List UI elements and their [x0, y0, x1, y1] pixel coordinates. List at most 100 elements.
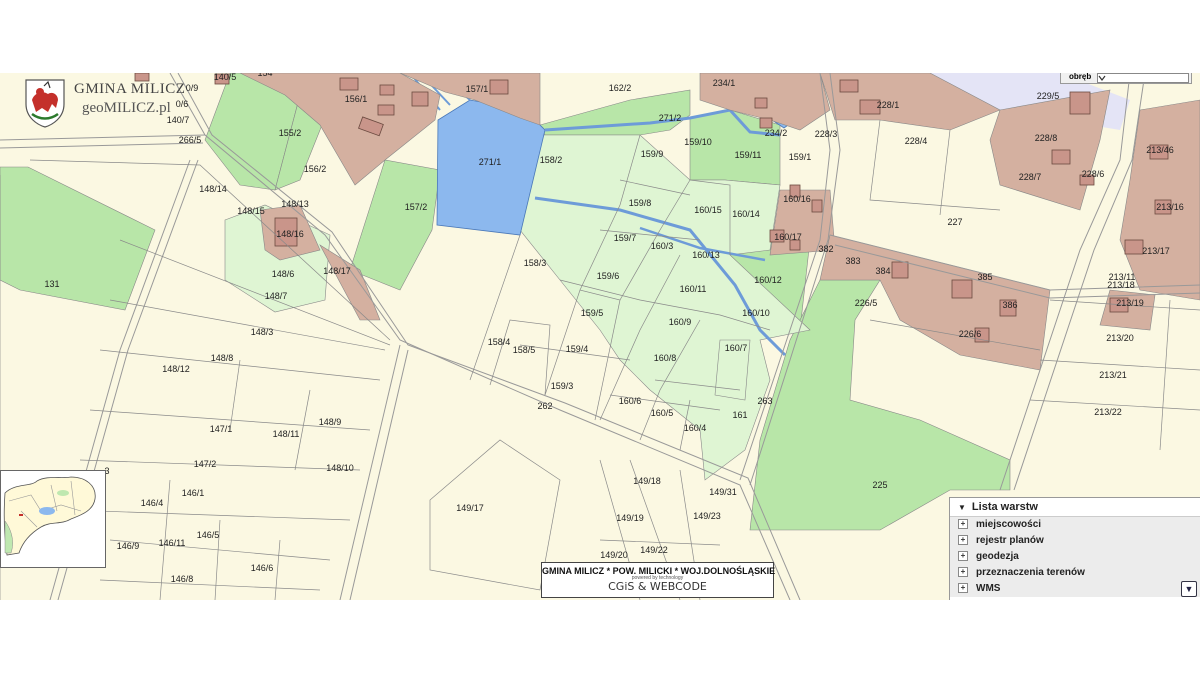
parcel-label: 271/1 [479, 157, 502, 167]
parcel-label: 160/12 [754, 275, 782, 285]
chevron-down-icon [1098, 75, 1106, 81]
parcel-label: 226/5 [855, 298, 878, 308]
parcel-label: 228/6 [1082, 169, 1105, 179]
parcel-label: 148/16 [276, 229, 304, 239]
parcel-label: 157/2 [405, 202, 428, 212]
parcel-label: 149/20 [600, 550, 628, 560]
parcel-label: 148/11 [273, 429, 300, 439]
parcel-label: 160/8 [654, 353, 677, 363]
parcel-label: 148/15 [237, 206, 265, 216]
parcel-label: 159/9 [641, 149, 664, 159]
parcel-label: 271/2 [659, 113, 682, 123]
parcel-label: 266/5 [179, 135, 202, 145]
parcel-label: 213/21 [1099, 370, 1127, 380]
parcel-label: 156/2 [304, 164, 327, 174]
parcel-label: 160/3 [651, 241, 674, 251]
expand-plus-icon[interactable]: + [958, 583, 968, 594]
parcel-label: 226/6 [959, 329, 982, 339]
gmina-badge: GMINA MILICZ * POW. MILICKI * WOJ.DOLNOŚ… [541, 562, 775, 598]
parcel-label: 213/20 [1106, 333, 1134, 343]
parcel-label: 228/4 [905, 136, 928, 146]
parcel-label: 159/3 [551, 381, 574, 391]
layers-panel[interactable]: ▼ Lista warstw + miejscowości + rejestr pla… [949, 497, 1200, 600]
cadastral-map[interactable]: 140/5 154 0/9 0/6 140/7 266/5 155/2 156/1 157/1 1… [0, 73, 1200, 600]
parcel-label: 384 [875, 266, 890, 276]
parcel-label: 160/15 [694, 205, 722, 215]
obreb-dropdown[interactable] [1097, 73, 1189, 83]
parcel-label: 227 [947, 217, 962, 227]
parcel-label: 213/18 [1107, 280, 1135, 290]
parcel-label: 263 [757, 396, 772, 406]
parcel-label: 148/12 [162, 364, 190, 374]
parcel-label: 385 [977, 272, 992, 282]
layer-item-przeznaczenia-terenow[interactable]: + przeznaczenia terenów [950, 565, 1200, 581]
parcel-label: 156/1 [345, 94, 368, 104]
layer-label: WMS [976, 583, 1001, 594]
parcel-label: 146/4 [141, 498, 164, 508]
parcel-label: 234/2 [765, 128, 788, 138]
parcel-label: 159/4 [566, 344, 589, 354]
scroll-down-button[interactable]: ▼ [1181, 581, 1197, 597]
parcel-label: 146/6 [251, 563, 274, 573]
expand-plus-icon[interactable]: + [958, 519, 968, 530]
parcel-label: 160/5 [651, 408, 674, 418]
parcel-label: 146/8 [171, 574, 194, 584]
parcel-label: 159/1 [789, 152, 812, 162]
parcel-label: 154 [257, 73, 272, 78]
parcel-label: 228/3 [815, 129, 838, 139]
parcel-label: 146/9 [117, 541, 140, 551]
parcel-label: 213/19 [1116, 298, 1144, 308]
parcel-label: 159/5 [581, 308, 604, 318]
parcel-label: 149/31 [709, 487, 737, 497]
parcel-label: 149/17 [456, 503, 484, 513]
expand-plus-icon[interactable]: + [958, 535, 968, 546]
parcel-label: 160/6 [619, 396, 642, 406]
layer-item-miejscowosci[interactable]: + miejscowości [950, 517, 1200, 533]
badge-brand: CGiS & WEBCODE [608, 580, 707, 593]
parcel-label: 149/23 [693, 511, 721, 521]
parcel-label: 382 [818, 244, 833, 254]
logo-title: GMINA MILICZ [74, 81, 186, 97]
parcel-label: 225 [872, 480, 887, 490]
collapse-triangle-icon: ▼ [958, 503, 966, 512]
overview-minimap[interactable] [0, 470, 106, 568]
parcel-label: 386 [1002, 300, 1017, 310]
layers-panel-header[interactable]: ▼ Lista warstw [950, 498, 1200, 517]
parcel-label: 158/5 [513, 345, 536, 355]
parcel-label: 148/9 [319, 417, 342, 427]
parcel-label: 383 [845, 256, 860, 266]
parcel-label: 158/2 [540, 155, 563, 165]
gmina-logo[interactable]: GMINA MILICZ geoMILICZ.pl [22, 78, 186, 130]
parcel-label: 148/10 [326, 463, 354, 473]
layer-label: geodezja [976, 551, 1019, 562]
parcel-label: 148/14 [199, 184, 227, 194]
layer-item-wms[interactable]: + WMS [950, 581, 1200, 597]
parcel-label: 146/1 [182, 488, 205, 498]
obreb-selector[interactable]: obręb [1060, 73, 1192, 84]
parcel-label: 262 [537, 401, 552, 411]
parcel-label: 148/6 [272, 269, 295, 279]
layer-label: miejscowości [976, 519, 1042, 530]
parcel-label: 160/13 [692, 250, 720, 260]
parcel-label: 228/8 [1035, 133, 1058, 143]
parcel-label: 160/7 [725, 343, 748, 353]
parcel-label: 155/2 [279, 128, 302, 138]
parcel-label: 160/14 [732, 209, 760, 219]
parcel-label: 0/9 [186, 83, 199, 93]
expand-plus-icon[interactable]: + [958, 567, 968, 578]
parcel-label: 131 [44, 279, 59, 289]
parcel-label: 160/10 [742, 308, 770, 318]
overview-map-icon [3, 476, 96, 556]
layer-item-rejestr-planow[interactable]: + rejestr planów [950, 533, 1200, 549]
parcel-label: 149/19 [616, 513, 644, 523]
parcel-label: 160/9 [669, 317, 692, 327]
parcel-label: 157/1 [466, 84, 489, 94]
layer-item-geodezja[interactable]: + geodezja [950, 549, 1200, 565]
parcel-label: 234/1 [713, 78, 736, 88]
parcel-label: 148/17 [323, 266, 351, 276]
parcel-label: 160/11 [680, 284, 707, 294]
expand-plus-icon[interactable]: + [958, 551, 968, 562]
parcel-label: 213/17 [1142, 246, 1170, 256]
parcel-label: 160/17 [774, 232, 802, 242]
parcel-label: 147/2 [194, 459, 217, 469]
